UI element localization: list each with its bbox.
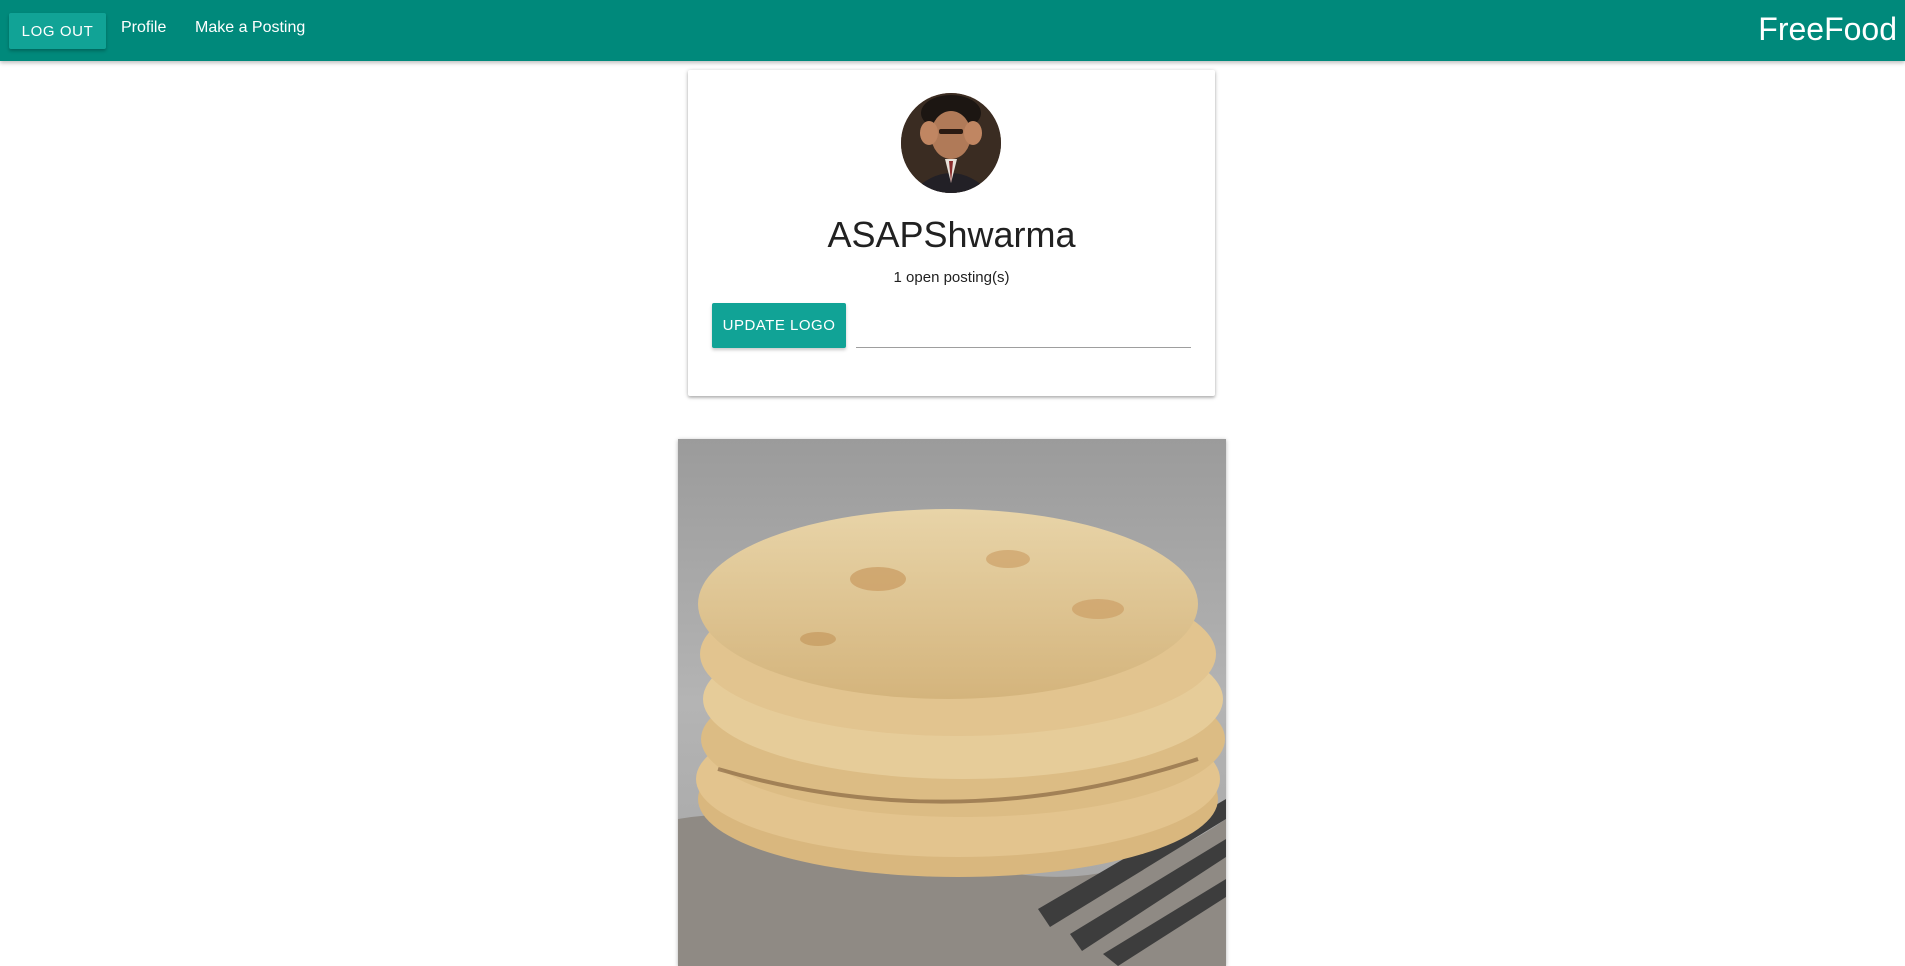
nav-link-make-posting[interactable]: Make a Posting bbox=[195, 19, 305, 37]
profile-photo-icon bbox=[901, 93, 1001, 193]
posting-image-card[interactable] bbox=[678, 439, 1226, 966]
nav-link-profile[interactable]: Profile bbox=[121, 19, 166, 37]
profile-username: ASAPShwarma bbox=[827, 214, 1076, 255]
flatbread-photo-icon bbox=[678, 439, 1226, 966]
logo-url-input[interactable] bbox=[856, 310, 1191, 348]
brand-logo[interactable]: FreeFood bbox=[1758, 11, 1897, 48]
logout-button[interactable]: LOG OUT bbox=[9, 13, 106, 49]
top-navbar: LOG OUT Profile Make a Posting FreeFood bbox=[0, 0, 1905, 61]
update-logo-button[interactable]: UPDATE LOGO bbox=[712, 303, 846, 348]
avatar bbox=[901, 93, 1001, 193]
open-postings-count: 1 open posting(s) bbox=[893, 269, 1010, 286]
profile-card: ASAPShwarma 1 open posting(s) UPDATE LOG… bbox=[688, 70, 1215, 396]
